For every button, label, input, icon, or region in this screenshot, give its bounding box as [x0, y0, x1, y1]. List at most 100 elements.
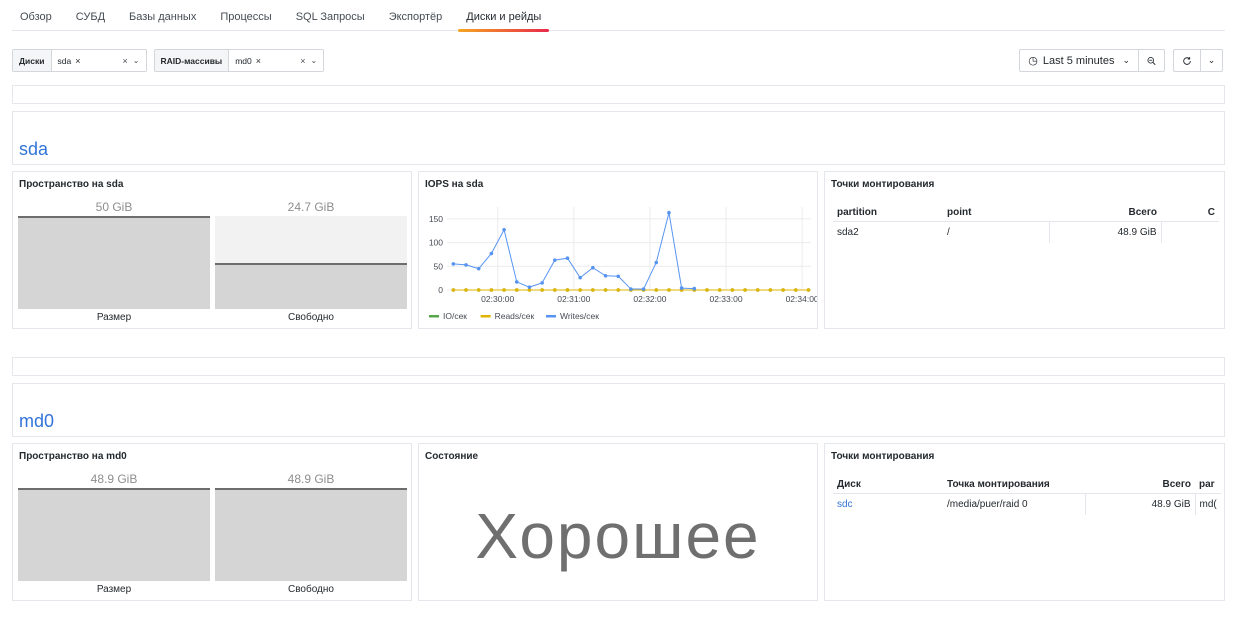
data-point [629, 287, 633, 291]
raid-select[interactable]: md0 × × ⌄ [229, 50, 324, 71]
tab-item[interactable]: Экспортёр [381, 0, 451, 31]
sda-free-gauge: 24.7 GiB Свободно [215, 200, 407, 323]
data-point [603, 288, 608, 292]
sda-size-gauge: 50 GiB Размер [18, 200, 210, 323]
tab-item[interactable]: Диски и рейды [458, 0, 550, 32]
x-tick-label: 02:31:00 [557, 294, 590, 304]
column-header[interactable]: С [1161, 205, 1219, 221]
panel-title: Состояние [425, 451, 479, 462]
table-cell: / [943, 221, 1050, 243]
legend-label: Reads/сек [495, 311, 535, 321]
tab-item[interactable]: Базы данных [121, 0, 204, 31]
zoom-out-icon [1147, 56, 1156, 65]
column-header[interactable]: Всего [1085, 477, 1195, 493]
chevron-down-icon[interactable]: ⌄ [133, 56, 140, 65]
data-point [553, 258, 557, 262]
gauge-label: Размер [96, 584, 132, 595]
column-header[interactable]: Точка монтирования [943, 477, 1085, 493]
y-tick-label: 100 [429, 238, 443, 248]
column-header[interactable]: par [1195, 477, 1221, 493]
data-point [502, 227, 506, 232]
column-header[interactable]: partition [833, 205, 943, 221]
data-point [781, 288, 785, 292]
mounts-table: partition point Всего С sda2 / 48.9 GiB [833, 205, 1219, 243]
column-header[interactable]: Всего [1049, 205, 1161, 221]
data-point [565, 288, 570, 292]
data-point [755, 288, 760, 292]
iops-chart: 0 50 100 150 02:30:00 02:31:00 02:32:00 02:33:0… [429, 207, 818, 321]
refresh-interval-button[interactable]: ⌄ [1201, 49, 1223, 72]
raid-variable: RAID-массивы md0 × × ⌄ [153, 49, 325, 72]
gauge-fill [215, 263, 407, 309]
tab-item[interactable]: СУБД [68, 0, 113, 31]
legend-swatch [429, 315, 439, 318]
data-point [667, 288, 671, 292]
legend-swatch [480, 315, 491, 318]
data-point [793, 288, 798, 292]
data-point [616, 274, 621, 279]
raid-chip[interactable]: md0 × [235, 56, 261, 66]
variable-bar: Диски sda × × ⌄ RAID-массивы md0 × × ⌄ [12, 49, 331, 72]
data-point [717, 288, 722, 292]
table-cell: /media/puer/raid 0 [943, 493, 1086, 515]
data-point [476, 266, 481, 271]
table-cell: 48.9 GiB [1085, 493, 1196, 515]
data-point [540, 288, 544, 292]
x-icon[interactable]: × [75, 56, 80, 66]
column-header[interactable]: Диск [833, 477, 943, 493]
clear-icon[interactable]: × [300, 56, 305, 66]
x-tick-label: 02:34:00 [786, 294, 818, 304]
time-range-picker[interactable]: ◷ Last 5 minutes ⌄ [1019, 49, 1139, 72]
data-point [553, 288, 557, 292]
chevron-down-icon: ⌄ [1207, 55, 1216, 65]
y-tick-label: 50 [434, 261, 444, 271]
legend-label: IO/сек [443, 311, 467, 321]
column-header[interactable]: point [943, 205, 1049, 221]
clear-icon[interactable]: × [123, 56, 128, 66]
disks-select[interactable]: sda × × ⌄ [51, 50, 146, 71]
data-point [451, 262, 456, 266]
data-point [565, 256, 570, 261]
table-row: sda2 / 48.9 GiB [833, 221, 1219, 243]
refresh-button[interactable] [1173, 49, 1201, 72]
data-point [578, 275, 582, 280]
tab-bar: Обзор СУБД Базы данных Процессы SQL Запросы Э… [12, 0, 1225, 32]
x-icon[interactable]: × [256, 56, 261, 66]
disk-link[interactable]: sdc [833, 493, 943, 515]
md0-mounts-panel: Точки монтирования Диск Точка монтирован… [824, 443, 1225, 601]
data-point [591, 265, 595, 270]
x-tick-label: 02:33:00 [709, 294, 742, 304]
zoom-out-button[interactable] [1139, 49, 1165, 72]
disks-variable-label: Диски [13, 50, 52, 71]
table-header-row: partition point Всего С [833, 205, 1219, 221]
x-tick-label: 02:30:00 [481, 294, 514, 304]
disk-chip[interactable]: sda × [58, 56, 81, 66]
data-point [476, 288, 481, 292]
data-point [743, 288, 747, 292]
gauge-fill [215, 488, 407, 581]
gauge-label: Свободно [288, 312, 334, 323]
tab-item[interactable]: Обзор [12, 0, 60, 31]
data-point [540, 281, 544, 285]
data-point [514, 280, 519, 284]
data-point [451, 288, 456, 292]
row-divider [12, 357, 1225, 376]
tab-item[interactable]: Процессы [212, 0, 279, 31]
legend-label: Writes/сек [560, 311, 599, 321]
row-divider [12, 85, 1225, 104]
disks-variable: Диски sda × × ⌄ [12, 49, 147, 72]
data-point [654, 260, 659, 265]
chevron-down-icon[interactable]: ⌄ [310, 56, 317, 65]
gauge-value: 50 GiB [95, 200, 133, 214]
data-point [578, 288, 582, 292]
md0-section-header: md0 [12, 383, 1225, 437]
data-point [768, 288, 773, 292]
tab-item[interactable]: SQL Запросы [288, 0, 373, 31]
data-point [667, 210, 671, 215]
sda-mounts-panel: Точки монтирования partition point Всего… [824, 171, 1225, 329]
data-point [489, 251, 494, 256]
gauge-fill [18, 488, 210, 581]
sda-section-header: sda [12, 111, 1225, 165]
data-point [514, 288, 519, 292]
raid-chip-label: md0 [235, 55, 252, 66]
